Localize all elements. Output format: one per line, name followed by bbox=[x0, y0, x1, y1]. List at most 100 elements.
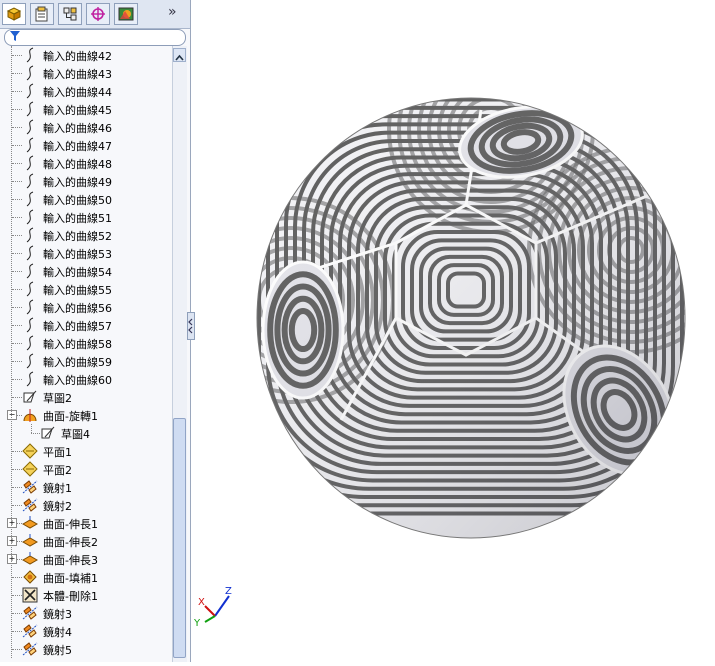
curve-icon bbox=[26, 263, 34, 279]
tree-item-curve[interactable]: 輸入的曲線49 bbox=[0, 172, 172, 190]
tree-item-extend[interactable]: + 曲面-伸長3 bbox=[0, 550, 172, 568]
tree-item-label: 輸入的曲線54 bbox=[43, 266, 112, 279]
tree-item-label: 輸入的曲線59 bbox=[43, 356, 112, 369]
tree-item-curve[interactable]: 輸入的曲線48 bbox=[0, 154, 172, 172]
tree-item-curve[interactable]: 輸入的曲線53 bbox=[0, 244, 172, 262]
tree-item-curve[interactable]: 輸入的曲線45 bbox=[0, 100, 172, 118]
expand-toggle[interactable]: + bbox=[7, 536, 17, 546]
tree-item-curve[interactable]: 輸入的曲線44 bbox=[0, 82, 172, 100]
tab-dimxpert-manager[interactable] bbox=[86, 3, 110, 25]
mirror-icon bbox=[22, 642, 38, 656]
tree-item-label: 鏡射2 bbox=[43, 500, 72, 513]
curve-icon bbox=[26, 245, 34, 261]
tree-connector bbox=[12, 145, 22, 146]
mirror-icon bbox=[22, 624, 38, 638]
tree-item-mirror[interactable]: 鏡射3 bbox=[0, 604, 172, 622]
tree-item-label: 輸入的曲線43 bbox=[43, 68, 112, 81]
tree-connector bbox=[12, 505, 22, 506]
tree-item-plane[interactable]: 平面2 bbox=[0, 460, 172, 478]
tab-configuration-manager[interactable] bbox=[58, 3, 82, 25]
tree-branch-line bbox=[31, 424, 32, 433]
tree-connector bbox=[12, 595, 22, 596]
tab-display-manager[interactable] bbox=[114, 3, 138, 25]
curve-icon bbox=[26, 335, 34, 351]
tree-item-mirror[interactable]: 鏡射1 bbox=[0, 478, 172, 496]
tree-connector bbox=[12, 55, 22, 56]
curve-icon bbox=[26, 353, 34, 369]
tree-item-curve[interactable]: 輸入的曲線50 bbox=[0, 190, 172, 208]
z-axis bbox=[214, 595, 230, 617]
scroll-up-button[interactable] bbox=[173, 48, 186, 62]
tree-item-curve[interactable]: 輸入的曲線57 bbox=[0, 316, 172, 334]
tree-connector bbox=[31, 433, 40, 434]
tree-item-revolve[interactable]: − 曲面-旋轉1 bbox=[0, 406, 172, 424]
curve-icon bbox=[26, 173, 34, 189]
tree-item-label: 輸入的曲線53 bbox=[43, 248, 112, 261]
graphics-area[interactable]: Z X Y bbox=[191, 0, 715, 662]
tree-item-curve[interactable]: 輸入的曲線55 bbox=[0, 280, 172, 298]
x-axis bbox=[204, 605, 216, 617]
expand-toggle[interactable]: + bbox=[7, 518, 17, 528]
curve-icon bbox=[26, 317, 34, 333]
tree-item-curve[interactable]: 輸入的曲線46 bbox=[0, 118, 172, 136]
feature-tree: 輸入的曲線42 輸入的曲線43 輸入的曲線44 輸入的曲線45 輸入的曲線46 輸入的曲線… bbox=[0, 46, 172, 662]
more-tabs-button[interactable]: » bbox=[168, 4, 177, 20]
curve-icon bbox=[26, 101, 34, 117]
tree-item-curve[interactable]: 輸入的曲線54 bbox=[0, 262, 172, 280]
z-axis-label: Z bbox=[225, 586, 232, 597]
tree-item-curve[interactable]: 輸入的曲線43 bbox=[0, 64, 172, 82]
tree-connector bbox=[12, 577, 22, 578]
tree-connector bbox=[12, 235, 22, 236]
tab-property-manager[interactable] bbox=[30, 3, 54, 25]
tree-connector bbox=[12, 487, 22, 488]
tree-connector bbox=[12, 469, 22, 470]
tree-item-curve[interactable]: 輸入的曲線56 bbox=[0, 298, 172, 316]
collapse-toggle[interactable]: − bbox=[7, 410, 17, 420]
tree-item-curve[interactable]: 輸入的曲線42 bbox=[0, 46, 172, 64]
model-view: Z X Y bbox=[193, 97, 686, 629]
tree-item-label: 草圖4 bbox=[61, 428, 90, 441]
tree-item-sketch[interactable]: 草圖2 bbox=[0, 388, 172, 406]
extrude-surface-icon bbox=[22, 534, 38, 547]
expand-toggle[interactable]: + bbox=[7, 554, 17, 564]
tree-item-delete-body[interactable]: 本體-刪除1 bbox=[0, 586, 172, 604]
scroll-thumb[interactable] bbox=[173, 418, 186, 658]
tree-item-label: 輸入的曲線44 bbox=[43, 86, 112, 99]
tree-item-label: 輸入的曲線51 bbox=[43, 212, 112, 225]
y-axis-label: Y bbox=[193, 618, 201, 629]
tree-item-curve[interactable]: 輸入的曲線58 bbox=[0, 334, 172, 352]
tree-item-label: 鏡射5 bbox=[43, 644, 72, 657]
feature-manager-icon bbox=[6, 7, 22, 21]
tree-item-label: 草圖2 bbox=[43, 392, 72, 405]
tree-item-curve[interactable]: 輸入的曲線59 bbox=[0, 352, 172, 370]
tree-item-extend[interactable]: + 曲面-伸長2 bbox=[0, 532, 172, 550]
tree-item-curve[interactable]: 輸入的曲線60 bbox=[0, 370, 172, 388]
tree-item-curve[interactable]: 輸入的曲線51 bbox=[0, 208, 172, 226]
tree-item-mirror[interactable]: 鏡射5 bbox=[0, 640, 172, 658]
tab-feature-manager[interactable] bbox=[2, 3, 26, 25]
tree-connector bbox=[12, 451, 22, 452]
tree-item-curve[interactable]: 輸入的曲線47 bbox=[0, 136, 172, 154]
tree-connector bbox=[12, 379, 22, 380]
tree-item-fill[interactable]: 曲面-填補1 bbox=[0, 568, 172, 586]
tree-item-extend[interactable]: + 曲面-伸長1 bbox=[0, 514, 172, 532]
tree-item-mirror[interactable]: 鏡射4 bbox=[0, 622, 172, 640]
tree-item-label: 鏡射4 bbox=[43, 626, 72, 639]
curve-icon bbox=[26, 209, 34, 225]
tree-item-sketch-child[interactable]: 草圖4 bbox=[0, 424, 172, 442]
tree-connector bbox=[12, 127, 22, 128]
tree-item-mirror[interactable]: 鏡射2 bbox=[0, 496, 172, 514]
tree-item-label: 平面2 bbox=[43, 464, 72, 477]
filter-input[interactable] bbox=[4, 29, 186, 46]
tree-item-curve[interactable]: 輸入的曲線52 bbox=[0, 226, 172, 244]
tree-scrollbar[interactable] bbox=[172, 46, 187, 662]
plane-icon bbox=[22, 443, 38, 459]
tree-connector bbox=[12, 649, 22, 650]
tree-connector bbox=[12, 307, 22, 308]
tree-item-label: 輸入的曲線55 bbox=[43, 284, 112, 297]
tree-connector bbox=[12, 181, 22, 182]
tree-connector bbox=[12, 109, 22, 110]
tree-item-plane[interactable]: 平面1 bbox=[0, 442, 172, 460]
extrude-surface-icon bbox=[22, 516, 38, 529]
tree-item-label: 平面1 bbox=[43, 446, 72, 459]
